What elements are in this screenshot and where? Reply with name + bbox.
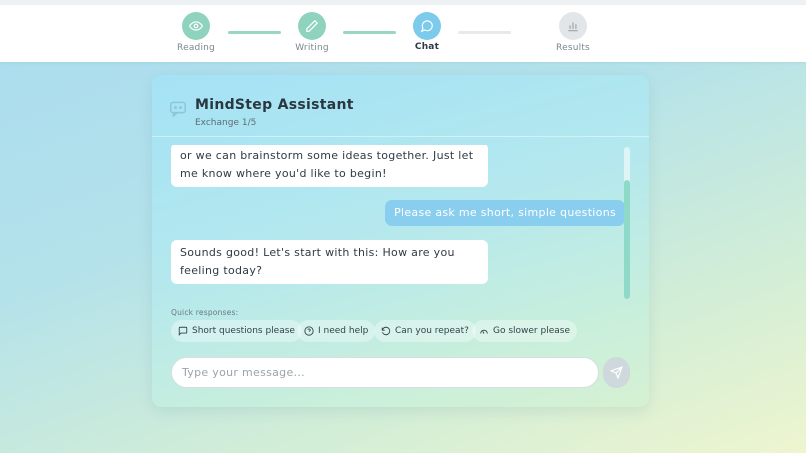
help-circle-icon (304, 326, 314, 336)
step-label: Writing (295, 43, 329, 53)
chat-header: MindStep Assistant Exchange 1/5 (152, 75, 649, 137)
eye-icon (182, 12, 210, 40)
step-label: Results (556, 43, 590, 53)
message-square-icon (178, 326, 188, 336)
chat-title: MindStep Assistant (195, 97, 354, 113)
assistant-message: Sounds good! Let's start with this: How … (171, 240, 488, 284)
bar-chart-icon (559, 12, 587, 40)
pencil-icon (298, 12, 326, 40)
chat-bubble-icon (413, 12, 441, 40)
chat-card: MindStep Assistant Exchange 1/5 or we ca… (152, 75, 649, 407)
chip-label: Can you repeat? (395, 326, 469, 336)
exchange-counter: Exchange 1/5 (195, 118, 257, 128)
scrollbar-thumb[interactable] (624, 180, 630, 299)
quick-responses-label: Quick responses: (171, 308, 239, 317)
chip-label: I need help (318, 326, 369, 336)
bot-chat-icon (169, 101, 187, 121)
quick-response-go-slower[interactable]: Go slower please (472, 320, 577, 342)
step-results[interactable]: Results (533, 12, 613, 53)
quick-response-need-help[interactable]: I need help (297, 320, 376, 342)
step-label: Reading (177, 43, 215, 53)
assistant-message: or we can brainstorm some ideas together… (171, 145, 488, 187)
chip-label: Short questions please (192, 326, 295, 336)
progress-stepper: Reading Writing Chat Results (0, 5, 806, 62)
step-writing[interactable]: Writing (272, 12, 352, 53)
quick-response-short-questions[interactable]: Short questions please (171, 320, 302, 342)
quick-response-repeat[interactable]: Can you repeat? (374, 320, 476, 342)
step-label: Chat (414, 42, 440, 52)
message-list[interactable]: or we can brainstorm some ideas together… (152, 145, 649, 297)
message-input[interactable] (171, 357, 599, 388)
slow-icon (480, 329, 488, 334)
send-button[interactable] (603, 357, 630, 388)
rotate-ccw-icon (381, 326, 391, 336)
chip-label: Go slower please (493, 326, 570, 336)
step-reading[interactable]: Reading (156, 12, 236, 53)
send-icon (610, 366, 623, 379)
step-chat[interactable]: Chat (387, 12, 467, 52)
user-message: Please ask me short, simple questions (385, 200, 625, 226)
